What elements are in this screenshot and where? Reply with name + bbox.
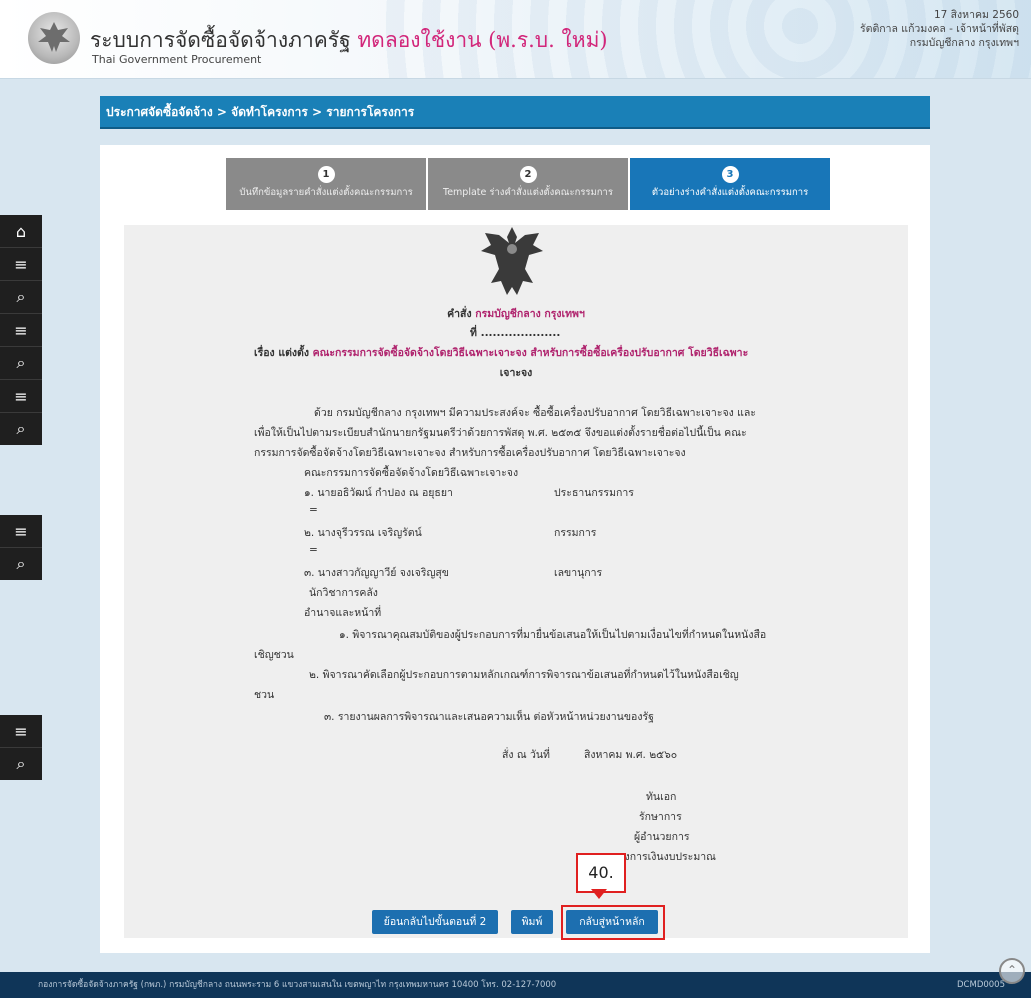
step-3[interactable]: 3 ตัวอย่างร่างคำสั่งแต่งตั้งคณะกรรมการ xyxy=(630,158,830,210)
user-name: รัตติกาล แก้วมงคล - เจ้าหน้าที่พัสดุ xyxy=(860,23,1019,35)
step-callout: 40. xyxy=(576,853,626,893)
para1-line1: ด้วย กรมบัญชีกลาง กรุงเทพฯ มีความประสงค์… xyxy=(314,407,756,419)
current-date: 17 สิงหาคม 2560 xyxy=(933,9,1019,21)
sidebar-menu-2: ≡ ⌕ xyxy=(0,515,42,580)
duty-2-cont: ชวน xyxy=(254,689,275,701)
system-subtitle: Thai Government Procurement xyxy=(92,53,262,66)
step-number: 2 xyxy=(519,166,537,183)
order-date-label: สั่ง ณ วันที่ xyxy=(502,749,550,761)
app-header: ระบบการจัดซื้อจัดจ้างภาครัฐ ทดลองใช้งาน … xyxy=(0,0,1031,79)
member-role: เลขานุการ xyxy=(554,567,603,579)
footer: กองการจัดซื้อจัดจ้างภาครัฐ (กพภ.) กรมบัญ… xyxy=(0,972,1031,998)
menu-icon[interactable]: ≡ xyxy=(0,379,42,412)
menu-icon[interactable]: ≡ xyxy=(0,247,42,280)
member-name: ๑. นายอธิวัฒน์ กำปอง ณ อยุธยา xyxy=(304,487,453,499)
menu-icon[interactable]: ≡ xyxy=(0,515,42,547)
member-note: = xyxy=(309,544,318,556)
step-label: Template ร่างคำสั่งแต่งตั้งคณะกรรมการ xyxy=(443,187,613,198)
scroll-up-icon[interactable]: ⌃ xyxy=(999,958,1025,984)
search-icon[interactable]: ⌕ xyxy=(0,346,42,379)
member-note: นักวิชาการคลัง xyxy=(309,587,378,599)
step-1[interactable]: 1 บันทึกข้อมูลรายคำสั่งแต่งตั้งคณะกรรมกา… xyxy=(226,158,426,210)
order-number: ที่ .................... xyxy=(470,327,561,339)
signature-line: ทันเอก xyxy=(646,791,677,803)
menu-icon[interactable]: ≡ xyxy=(0,313,42,346)
member-name: ๓. นางสาวกัญญาวีย์ จงเจริญสุข xyxy=(304,567,449,579)
member-role: กรรมการ xyxy=(554,527,597,539)
document-preview: คำสั่ง กรมบัญชีกลาง กรุงเทพฯ ที่ .......… xyxy=(124,225,908,938)
signature-line: กองการเงินงบประมาณ xyxy=(612,851,716,863)
step-label: ตัวอย่างร่างคำสั่งแต่งตั้งคณะกรรมการ xyxy=(651,187,809,198)
signature-line: ผู้อำนวยการ xyxy=(634,831,690,843)
main-content: 1 บันทึกข้อมูลรายคำสั่งแต่งตั้งคณะกรรมกา… xyxy=(100,145,930,953)
highlight-box xyxy=(561,905,665,940)
garuda-emblem-icon xyxy=(481,227,543,295)
duty-1: ๑. พิจารณาคุณสมบัติของผู้ประกอบการที่มาย… xyxy=(339,629,767,641)
search-icon[interactable]: ⌕ xyxy=(0,412,42,445)
user-department: กรมบัญชีกลาง กรุงเทพฯ xyxy=(909,37,1019,49)
member-name: ๒. นางจุรีวรรณ เจริญรัตน์ xyxy=(304,527,422,539)
breadcrumb: ประกาศจัดซื้อจัดจ้าง > จัดทำโครงการ > รา… xyxy=(100,96,930,129)
step-number: 3 xyxy=(721,166,739,183)
callout-pointer xyxy=(591,889,607,899)
step-2[interactable]: 2 Template ร่างคำสั่งแต่งตั้งคณะกรรมการ xyxy=(428,158,628,210)
order-date: สิงหาคม พ.ศ. ๒๕๖๐ xyxy=(584,749,678,761)
footer-address: กองการจัดซื้อจัดจ้างภาครัฐ (กพภ.) กรมบัญ… xyxy=(38,980,557,990)
order-subject: เรื่อง แต่งตั้ง คณะกรรมการจัดซื้อจัดจ้าง… xyxy=(254,347,749,359)
duty-3: ๓. รายงานผลการพิจารณาและเสนอความเห็น ต่อ… xyxy=(324,711,654,723)
committee-heading: คณะกรรมการจัดซื้อจัดจ้างโดยวิธีเฉพาะเจาะ… xyxy=(304,467,519,479)
garuda-logo-icon xyxy=(28,12,80,64)
step-number: 1 xyxy=(317,166,335,183)
sidebar-menu-3: ≡ ⌕ xyxy=(0,715,42,780)
order-header: คำสั่ง กรมบัญชีกลาง กรุงเทพฯ xyxy=(447,308,585,320)
back-to-step-2-button[interactable]: ย้อนกลับไปขั้นตอนที่ 2 xyxy=(372,910,498,934)
user-info: 17 สิงหาคม 2560 รัตติกาล แก้วมงคล - เจ้า… xyxy=(860,8,1019,50)
step-wizard: 1 บันทึกข้อมูลรายคำสั่งแต่งตั้งคณะกรรมกา… xyxy=(226,158,830,210)
sidebar-menu: ⌂ ≡ ⌕ ≡ ⌕ ≡ ⌕ xyxy=(0,215,42,445)
member-role: ประธานกรรมการ xyxy=(554,487,634,499)
search-icon[interactable]: ⌕ xyxy=(0,547,42,580)
duty-2: ๒. พิจารณาคัดเลือกผู้ประกอบการตามหลักเกณ… xyxy=(309,669,739,681)
member-note: = xyxy=(309,504,318,516)
order-subject-cont: เจาะจง xyxy=(499,367,533,379)
signature-line: รักษาการ xyxy=(639,811,682,823)
step-label: บันทึกข้อมูลรายคำสั่งแต่งตั้งคณะกรรมการ xyxy=(239,187,413,198)
search-icon[interactable]: ⌕ xyxy=(0,280,42,313)
trial-label: ทดลองใช้งาน (พ.ร.บ. ใหม่) xyxy=(357,28,608,52)
para1-line3: กรรมการจัดซื้อจัดจ้างโดยวิธีเฉพาะเจาะจง … xyxy=(254,447,686,459)
menu-icon[interactable]: ≡ xyxy=(0,715,42,747)
search-icon[interactable]: ⌕ xyxy=(0,747,42,780)
footer-code: DCMD0005 xyxy=(957,980,1005,990)
para1-line2: เพื่อให้เป็นไปตามระเบียบสำนักนายกรัฐมนตร… xyxy=(254,427,747,439)
duties-heading: อำนาจและหน้าที่ xyxy=(304,607,382,619)
home-icon[interactable]: ⌂ xyxy=(0,215,42,247)
duty-1-cont: เชิญชวน xyxy=(254,649,294,661)
print-button[interactable]: พิมพ์ xyxy=(511,910,553,934)
